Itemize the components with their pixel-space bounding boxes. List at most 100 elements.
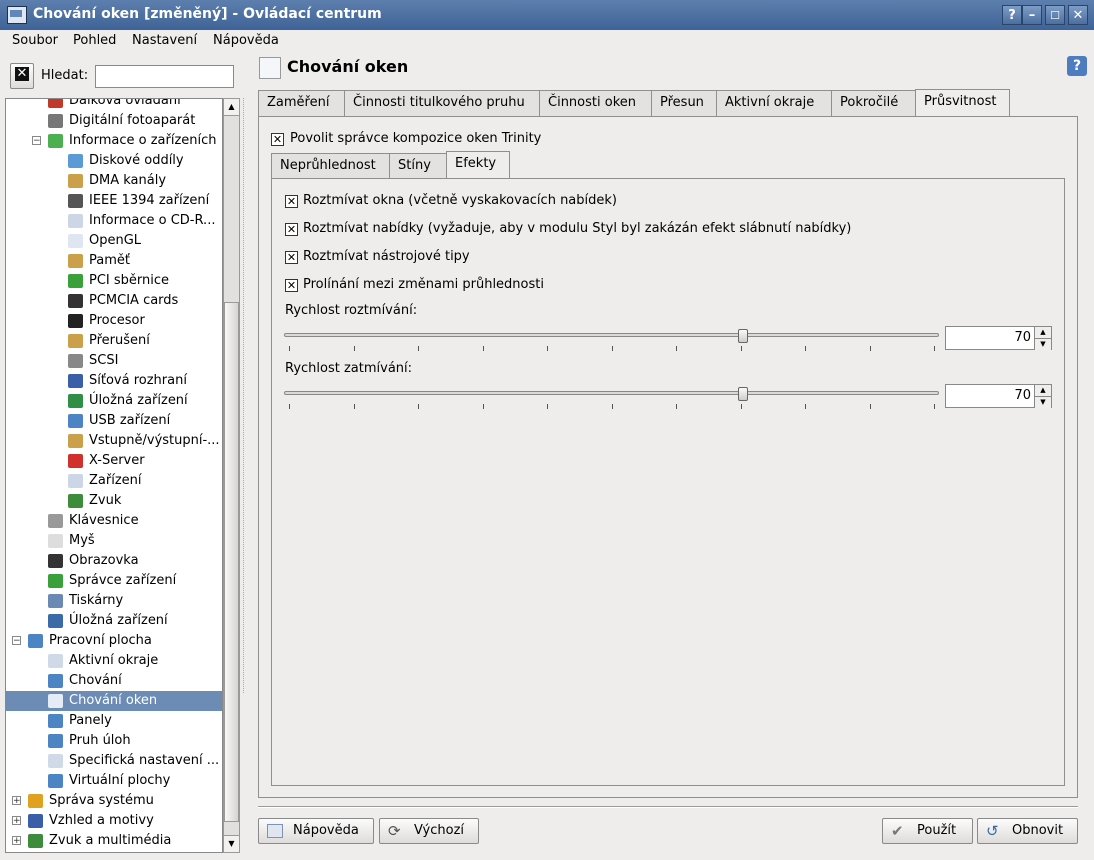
- fade-in-slider[interactable]: [284, 333, 939, 337]
- scroll-down-arrow-icon[interactable]: ▼: [224, 835, 239, 852]
- search-input[interactable]: [95, 65, 234, 88]
- fade-opacity-changes-label[interactable]: Prolínání mezi změnami průhlednosti: [303, 277, 544, 292]
- tab-titlebar-actions[interactable]: Činnosti titulkového pruhu: [344, 90, 540, 116]
- tree-item[interactable]: Panely: [6, 711, 222, 731]
- tree-item[interactable]: Pruh úloh: [6, 731, 222, 751]
- scroll-thumb[interactable]: [224, 302, 239, 822]
- menu-help[interactable]: Nápověda: [213, 33, 279, 48]
- tree-item[interactable]: Aktivní okraje: [6, 651, 222, 671]
- spin-up-icon[interactable]: ▲: [1034, 327, 1051, 338]
- tree-item[interactable]: Informace o CD-R...: [6, 211, 222, 231]
- clear-search-icon[interactable]: [10, 63, 34, 89]
- tree-item-label: Zvuk: [89, 493, 122, 508]
- expand-icon[interactable]: +: [12, 816, 21, 826]
- tree-item[interactable]: Chování oken: [6, 691, 222, 711]
- tab-advanced[interactable]: Pokročilé: [831, 90, 916, 116]
- tab-moving[interactable]: Přesun: [651, 90, 717, 116]
- tab-translucency[interactable]: Průsvitnost: [915, 89, 1010, 117]
- minimize-button[interactable]: –: [1022, 5, 1042, 25]
- fade-windows-checkbox[interactable]: ✕: [285, 195, 298, 208]
- tree-item[interactable]: Přerušení: [6, 331, 222, 351]
- tree-item[interactable]: Procesor: [6, 311, 222, 331]
- tree-item[interactable]: Obrazovka: [6, 551, 222, 571]
- tree-scrollbar[interactable]: ▲ ▼: [223, 98, 240, 853]
- collapse-icon[interactable]: −: [12, 636, 21, 646]
- tree-item[interactable]: Zvuk: [6, 491, 222, 511]
- expand-icon[interactable]: +: [12, 796, 21, 806]
- tree-item[interactable]: Chování: [6, 671, 222, 691]
- tab-shadows[interactable]: Stíny: [389, 153, 447, 178]
- fade-out-slider-handle[interactable]: [737, 387, 748, 401]
- fade-out-slider[interactable]: [284, 391, 939, 395]
- tab-opacity[interactable]: Neprůhlednost: [271, 153, 390, 178]
- tab-focus[interactable]: Zaměření: [258, 90, 345, 116]
- tree-item[interactable]: Diskové oddíly: [6, 151, 222, 171]
- tree-item[interactable]: Klávesnice: [6, 511, 222, 531]
- tab-active-edges[interactable]: Aktivní okraje: [716, 90, 832, 116]
- menu-file[interactable]: Soubor: [12, 33, 58, 48]
- tree-item[interactable]: Paměť: [6, 251, 222, 271]
- tab-effects[interactable]: Efekty: [446, 151, 510, 179]
- tree-item[interactable]: SCSI: [6, 351, 222, 371]
- tree-item[interactable]: OpenGL: [6, 231, 222, 251]
- fade-in-spinbox[interactable]: 70 ▲ ▼: [945, 326, 1052, 350]
- tree-item[interactable]: PCMCIA cards: [6, 291, 222, 311]
- tree-item[interactable]: Správce zařízení: [6, 571, 222, 591]
- tree-item[interactable]: Dálková ovládání: [6, 99, 222, 111]
- tree-item[interactable]: Zařízení: [6, 471, 222, 491]
- tab-window-actions[interactable]: Činnosti oken: [539, 90, 652, 116]
- tree-item-label: IEEE 1394 zařízení: [89, 193, 210, 208]
- fade-tooltips-label[interactable]: Roztmívat nástrojové tipy: [303, 249, 470, 264]
- tree-item[interactable]: + Vzhled a motivy: [6, 811, 222, 831]
- tree-item[interactable]: − Informace o zařízeních: [6, 131, 222, 151]
- expand-icon[interactable]: +: [12, 836, 21, 846]
- module-tree[interactable]: Dálková ovládání Digitální fotoaparát − Inf…: [5, 98, 223, 853]
- fade-menus-label[interactable]: Roztmívat nabídky (vyžaduje, aby v modul…: [303, 221, 851, 236]
- fade-menus-checkbox[interactable]: ✕: [285, 223, 298, 236]
- tree-item[interactable]: Digitální fotoaparát: [6, 111, 222, 131]
- scroll-up-arrow-icon[interactable]: ▲: [224, 99, 239, 116]
- tree-item[interactable]: Tiskárny: [6, 591, 222, 611]
- apply-button[interactable]: ✔ Použít: [882, 818, 973, 844]
- close-button[interactable]: ✕: [1068, 5, 1088, 25]
- tree-item[interactable]: − Pracovní plocha: [6, 631, 222, 651]
- collapse-icon[interactable]: −: [32, 136, 41, 146]
- tree-item[interactable]: Vstupně/výstupní-...: [6, 431, 222, 451]
- fade-opacity-changes-checkbox[interactable]: ✕: [285, 279, 298, 292]
- tree-item[interactable]: + Zvuk a multimédia: [6, 831, 222, 851]
- tree-item[interactable]: Virtuální plochy: [6, 771, 222, 791]
- defaults-button[interactable]: ⟳ Výchozí: [379, 818, 479, 844]
- help-window-button[interactable]: ?: [1002, 5, 1022, 25]
- composite-checkbox[interactable]: ✕: [271, 133, 284, 146]
- tree-item-label: Zařízení: [89, 473, 142, 488]
- fade-in-slider-handle[interactable]: [737, 329, 748, 343]
- tree-item[interactable]: Síťová rozhraní: [6, 371, 222, 391]
- tree-item[interactable]: USB zařízení: [6, 411, 222, 431]
- panel-splitter[interactable]: [243, 98, 246, 693]
- tree-item[interactable]: X-Server: [6, 451, 222, 471]
- tree-item[interactable]: IEEE 1394 zařízení: [6, 191, 222, 211]
- tree-item[interactable]: Úložná zařízení: [6, 391, 222, 411]
- tree-item[interactable]: PCI sběrnice: [6, 271, 222, 291]
- help-icon[interactable]: ?: [1067, 56, 1087, 76]
- tree-item[interactable]: Myš: [6, 531, 222, 551]
- spin-down-icon[interactable]: ▼: [1034, 338, 1051, 350]
- tree-item[interactable]: Úložná zařízení: [6, 611, 222, 631]
- reset-button[interactable]: ↺ Obnovit: [977, 818, 1078, 844]
- tree-item[interactable]: DMA kanály: [6, 171, 222, 191]
- tree-item[interactable]: + Správa systému: [6, 791, 222, 811]
- menu-settings[interactable]: Nastavení: [132, 33, 197, 48]
- help-button[interactable]: Nápověda: [258, 818, 374, 844]
- fade-windows-label[interactable]: Roztmívat okna (včetně vyskakovacích nab…: [303, 193, 617, 208]
- fade-out-spinbox[interactable]: 70 ▲ ▼: [945, 384, 1052, 408]
- slider-tick: [482, 346, 484, 351]
- tree-item[interactable]: Specifická nastavení ...: [6, 751, 222, 771]
- maximize-button[interactable]: ☐: [1045, 5, 1065, 25]
- fade-tooltips-checkbox[interactable]: ✕: [285, 251, 298, 264]
- spin-down-icon[interactable]: ▼: [1034, 396, 1051, 408]
- spin-up-icon[interactable]: ▲: [1034, 385, 1051, 396]
- tree-item-label: Paměť: [89, 253, 130, 268]
- composite-label[interactable]: Povolit správce kompozice oken Trinity: [290, 131, 541, 146]
- active-edges-icon: [48, 654, 63, 668]
- menu-view[interactable]: Pohled: [73, 33, 116, 48]
